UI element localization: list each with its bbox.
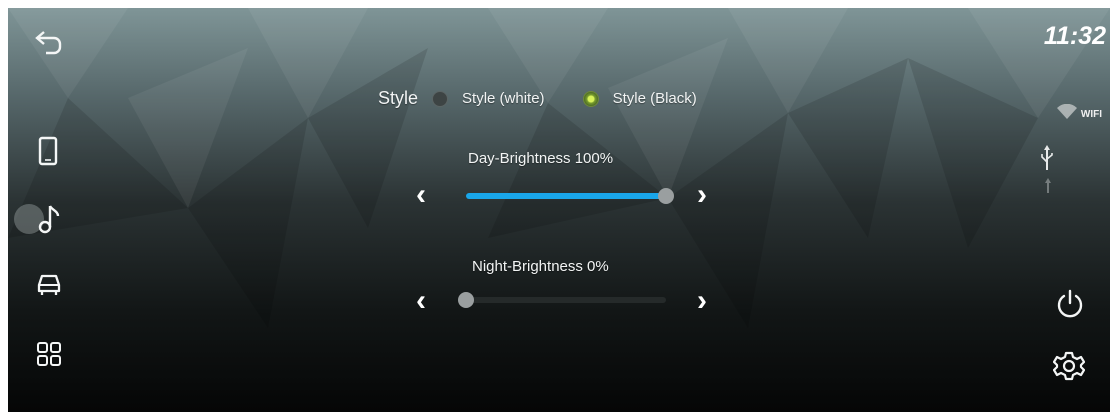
hexagon-background [8, 8, 1110, 328]
night-brightness-decrease-button[interactable]: ‹ [416, 286, 426, 316]
style-black-radio[interactable] [582, 90, 599, 107]
wifi-icon [1056, 103, 1077, 125]
settings-gear-icon [1053, 350, 1085, 382]
power-icon [1055, 288, 1085, 320]
day-brightness-increase-button[interactable]: › [697, 180, 707, 210]
phone-button[interactable] [38, 136, 58, 166]
apps-button[interactable] [36, 341, 62, 367]
day-brightness-slider[interactable] [466, 188, 674, 204]
chevron-left-icon: ‹ [416, 284, 426, 317]
chevron-left-icon: ‹ [416, 178, 426, 211]
chevron-right-icon: › [697, 178, 707, 211]
wifi-status: WIFI [1056, 103, 1102, 125]
day-brightness-decrease-button[interactable]: ‹ [416, 180, 426, 210]
style-black-label[interactable]: Style (Black) [613, 90, 697, 107]
wifi-label: WIFI [1080, 109, 1102, 120]
night-brightness-slider[interactable] [458, 292, 666, 308]
usb-icon [1040, 144, 1054, 172]
usb-secondary-icon [1043, 178, 1053, 194]
chevron-right-icon: › [697, 284, 707, 317]
day-brightness-thumb[interactable] [658, 188, 674, 204]
back-button[interactable] [32, 30, 64, 58]
settings-button[interactable] [1053, 350, 1085, 382]
apps-grid-icon [36, 341, 62, 367]
night-brightness-label: Night-Brightness 0% [472, 258, 609, 275]
night-brightness-increase-button[interactable]: › [697, 286, 707, 316]
style-label: Style [378, 88, 419, 108]
music-note-icon [38, 203, 60, 235]
day-brightness-fill [466, 193, 666, 199]
display-settings-screen: 11:32 WIFI Style Style (white) Style (Bl… [8, 8, 1110, 412]
phone-icon [38, 136, 58, 166]
music-button[interactable] [38, 203, 60, 235]
power-button[interactable] [1055, 288, 1085, 320]
clock: 11:32 [1043, 22, 1106, 50]
day-brightness-label: Day-Brightness 100% [468, 150, 614, 167]
car-button[interactable] [36, 270, 62, 296]
style-white-radio[interactable] [432, 90, 449, 107]
style-selector: Style Style (white) Style (Black) [378, 88, 697, 109]
back-icon [32, 30, 64, 58]
night-brightness-thumb[interactable] [458, 292, 474, 308]
car-icon [36, 270, 62, 296]
style-white-label[interactable]: Style (white) [462, 90, 545, 107]
